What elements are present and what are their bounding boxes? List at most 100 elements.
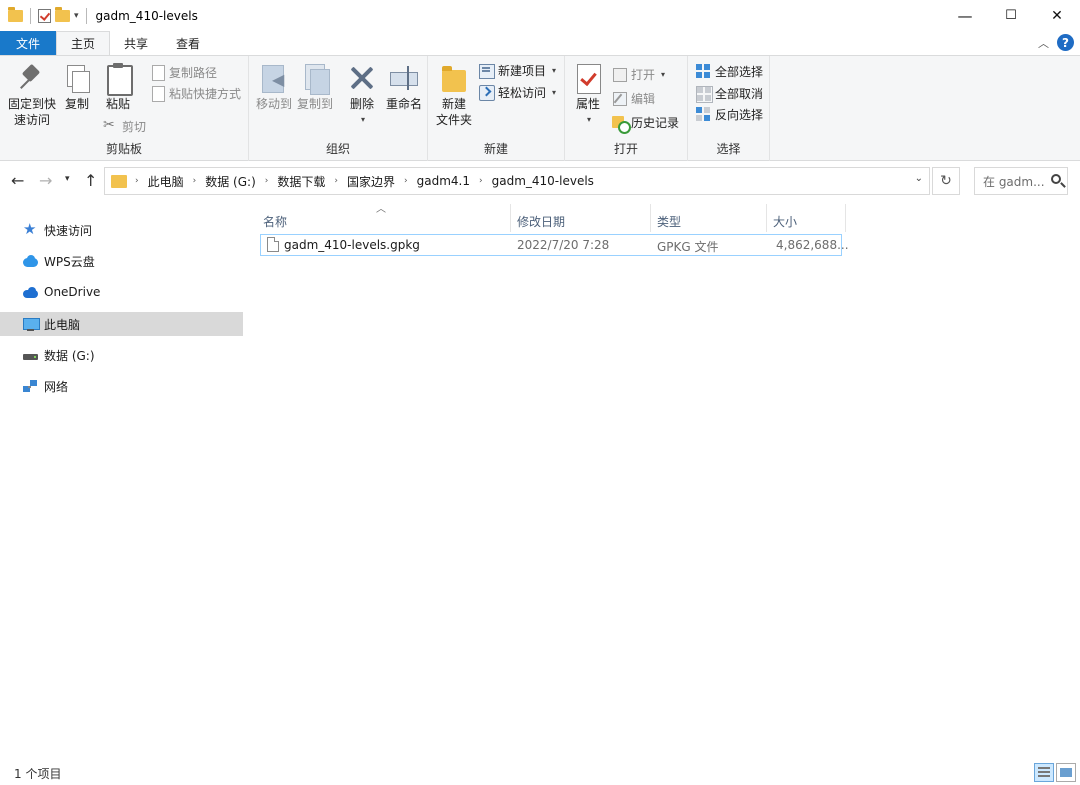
sidebar-item-wps-cloud[interactable]: WPS云盘 [0,249,243,273]
recent-locations-chevron-icon[interactable]: ▾ [65,174,70,184]
pin-to-quick-access-button[interactable]: 固定到快 速访问 [6,62,58,128]
move-to-button[interactable]: 移动到 [254,62,294,112]
sidebar-item-quick-access[interactable]: 快速访问 [0,218,243,242]
cloud-icon [23,254,38,269]
column-header-type[interactable]: 类型 [651,209,766,233]
invert-selection-label: 反向选择 [715,108,764,122]
sidebar-item-label: OneDrive [44,285,101,299]
open-dropdown-icon[interactable]: ▾ [661,70,665,79]
chevron-right-icon[interactable]: › [479,176,483,186]
column-header-modified[interactable]: 修改日期 [511,209,651,233]
paste-shortcut-icon [150,86,165,102]
open-button[interactable]: 打开 ▾ [612,66,665,83]
select-none-button[interactable]: 全部取消 [696,85,763,103]
paste-shortcut-button[interactable]: 粘贴快捷方式 [150,85,241,102]
select-group: 全部选择 全部取消 反向选择 选择 [688,56,770,161]
new-folder-label-line2: 文件夹 [435,113,472,127]
address-dropdown-icon[interactable]: ⌄ [915,173,923,184]
column-header-size[interactable]: 大小 [767,209,843,233]
chevron-right-icon[interactable]: › [193,176,197,186]
properties-dropdown-icon[interactable]: ▾ [587,112,591,128]
move-to-icon [258,62,290,94]
clipboard-group: 固定到快 速访问 复制 粘贴 复制路径 粘贴快捷方式 剪切 剪贴板 [0,56,249,161]
select-all-button[interactable]: 全部选择 [696,63,763,80]
sidebar-item-drive-g[interactable]: 数据 (G:) [0,343,243,367]
paste-icon [102,62,134,96]
table-row[interactable]: gadm_410-levels.gpkg 2022/7/20 7:28 GPKG… [260,234,849,256]
delete-label: 删除 [349,97,374,111]
collapse-ribbon-icon[interactable]: ︿ [1038,35,1049,51]
new-group: 新建 文件夹 新建项目 ▾ 轻松访问 ▾ 新建 [428,56,565,161]
help-icon[interactable]: ? [1057,34,1074,51]
cut-button[interactable]: 剪切 [103,117,146,135]
column-divider[interactable] [845,204,846,232]
sidebar-item-this-pc[interactable]: 此电脑 [0,312,243,336]
new-item-button[interactable]: 新建项目 ▾ [479,62,556,79]
new-folder-icon[interactable] [55,6,70,22]
forward-arrow-icon[interactable]: → [39,171,52,190]
properties-button[interactable]: 属性 ▾ [571,62,605,128]
edit-button[interactable]: 编辑 [612,90,655,107]
chevron-right-icon[interactable]: › [135,176,139,186]
refresh-icon: ↻ [940,173,952,189]
delete-dropdown-icon[interactable]: ▾ [361,112,365,128]
chevron-right-icon[interactable]: › [404,176,408,186]
breadcrumb-boundaries[interactable]: 国家边界 [347,173,395,190]
copy-to-button[interactable]: 复制到 [295,62,335,112]
breadcrumb-current[interactable]: gadm_410-levels [492,174,594,188]
copy-path-icon [150,65,165,81]
search-input[interactable]: 在 gadm... [974,167,1068,195]
history-button[interactable]: 历史记录 [612,114,679,134]
chevron-right-icon[interactable]: › [334,176,338,186]
large-icons-view-icon[interactable] [1056,763,1076,782]
details-view-icon[interactable] [1034,763,1054,782]
pin-icon [16,62,48,94]
chevron-right-icon[interactable]: › [265,176,269,186]
breadcrumb-drive-g[interactable]: 数据 (G:) [205,173,256,190]
file-name: gadm_410-levels.gpkg [284,238,420,252]
copy-path-label: 复制路径 [169,66,218,80]
new-folder-button[interactable]: 新建 文件夹 [434,62,474,128]
navigation-pane: 快速访问 WPS云盘 OneDrive 此电脑 数据 (G:) 网络 [0,200,243,760]
copy-path-button[interactable]: 复制路径 [150,64,217,81]
tab-share[interactable]: 共享 [110,31,162,55]
column-header-name[interactable]: 名称 [257,209,510,233]
sidebar-item-label: 网络 [44,379,69,394]
address-bar[interactable]: › 此电脑 › 数据 (G:) › 数据下载 › 国家边界 › gadm4.1 … [104,167,930,195]
select-none-icon [696,86,713,103]
breadcrumb-downloads[interactable]: 数据下载 [277,173,325,190]
up-arrow-icon[interactable]: ↑ [84,171,97,190]
ribbon-right-controls: ︿ ? [1038,34,1074,51]
customize-dropdown-icon[interactable]: ▾ [74,11,79,21]
copy-button[interactable]: 复制 [60,62,94,112]
sidebar-item-onedrive[interactable]: OneDrive [0,280,243,304]
invert-selection-button[interactable]: 反向选择 [696,106,763,123]
delete-button[interactable]: 删除 ▾ [346,62,378,128]
sidebar-item-label: 此电脑 [44,317,81,332]
open-group-label: 打开 [613,142,638,156]
history-icon [612,115,631,134]
easy-access-button[interactable]: 轻松访问 ▾ [479,84,556,101]
back-arrow-icon[interactable]: ← [11,171,24,190]
close-button[interactable]: ✕ [1034,0,1080,31]
properties-icon[interactable] [38,8,51,23]
sidebar-item-network[interactable]: 网络 [0,374,243,398]
minimize-button[interactable]: — [942,0,988,31]
move-to-label: 移动到 [255,97,292,111]
paste-button[interactable]: 粘贴 [101,62,135,112]
easy-access-label: 轻松访问 [498,86,547,100]
easy-access-dropdown-icon[interactable]: ▾ [552,88,556,97]
refresh-button[interactable]: ↻ [932,167,960,195]
maximize-button[interactable]: ☐ [988,0,1034,31]
breadcrumb-this-pc[interactable]: 此电脑 [148,173,184,190]
pin-label-line2: 速访问 [13,113,50,127]
tab-home[interactable]: 主页 [56,31,111,55]
new-item-dropdown-icon[interactable]: ▾ [552,66,556,75]
tab-view[interactable]: 查看 [162,31,214,55]
new-item-icon [479,63,495,79]
search-placeholder: 在 gadm... [983,174,1045,189]
breadcrumb-gadm41[interactable]: gadm4.1 [417,174,470,188]
organize-group: 移动到 复制到 删除 ▾ 重命名 组织 [249,56,428,161]
tab-file[interactable]: 文件 [0,31,57,55]
rename-button[interactable]: 重命名 [383,62,425,112]
